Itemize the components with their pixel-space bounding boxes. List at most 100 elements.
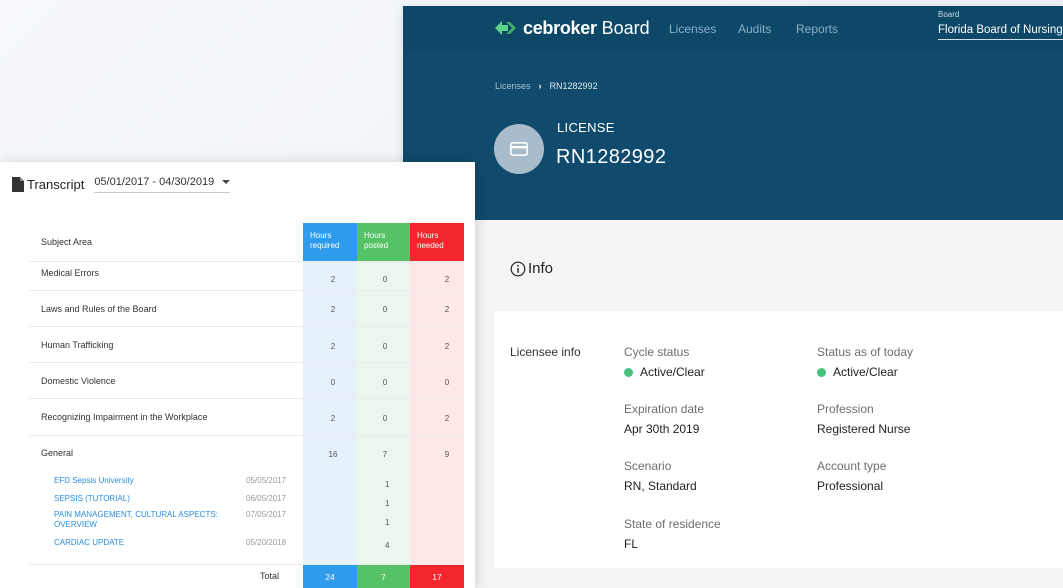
course-date: 05/05/2017 [246,476,287,485]
account-type-label: Account type [817,459,887,473]
nav-reports-link[interactable]: Reports [796,22,838,36]
course-link[interactable]: EFD Sepsis University [54,476,134,486]
total-needed: 17 [410,565,464,588]
chevron-down-icon [222,180,231,184]
expiration-value: Apr 30th 2019 [624,422,700,436]
course-link[interactable]: PAIN MANAGEMENT, CULTURAL ASPECTS: OVERV… [54,510,218,530]
table-row-required: 2 [330,275,336,284]
table-row-posted: 0 [382,275,388,284]
date-range-dropdown[interactable]: 05/01/2017 - 04/30/2019 [94,176,231,193]
table-row-needed: 2 [444,305,450,314]
total-posted: 7 [357,565,410,588]
table-row-posted: 0 [382,378,388,387]
scenario-value: RN, Standard [624,479,697,493]
cycle-status-label: Cycle status [624,345,690,359]
hours-needed-header: Hours needed [410,223,464,261]
cycle-status-text: Active/Clear [640,365,705,379]
profession-value: Registered Nurse [817,422,911,436]
course-link[interactable]: SEPSIS (TUTORIAL) [54,494,130,504]
expiration-label: Expiration date [624,402,705,416]
row-divider [29,398,464,399]
account-type-value: Professional [817,479,884,493]
document-icon [12,177,24,192]
licensee-info-label: Licensee info [510,345,581,359]
table-row-needed: 0 [444,378,450,387]
hours-required-header: Hours required [303,223,357,261]
cycle-status-value: Active/Clear [624,365,705,379]
state-value: FL [624,537,639,551]
table-row-required: 0 [330,378,336,387]
header-line: required [310,241,340,250]
course-link-line: OVERVIEW [54,520,97,529]
brand-name: cebroker [523,17,597,38]
table-row-subject: Recognizing Impairment in the Workplace [41,412,208,422]
date-range-value: 05/01/2017 - 04/30/2019 [94,176,215,188]
table-row-posted: 7 [382,450,388,459]
row-divider [29,435,464,436]
course-hours: 1 [385,480,390,489]
license-card-icon [494,124,544,174]
status-today-label: Status as of today [817,345,914,359]
breadcrumb-current: RN1282992 [549,81,598,91]
header-line: Hours [310,231,332,240]
license-number: RN1282992 [556,146,667,168]
row-divider [29,261,464,262]
status-dot-icon [817,367,826,377]
total-label: Total [260,571,280,581]
nav-licenses-link[interactable]: Licenses [669,22,716,36]
info-heading: Info [510,260,553,277]
licensee-info-panel: Licensee info Cycle status Active/Clear … [494,311,1063,568]
row-divider [29,290,464,291]
table-row-subject: Human Trafficking [41,340,114,350]
table-row-required: 2 [330,305,336,314]
status-today-text: Active/Clear [833,365,898,379]
header-line: Hours [417,231,439,240]
license-detail-window: cebroker Board Licenses Audits Reports B… [403,6,1063,588]
nav-audits-link[interactable]: Audits [738,22,771,36]
table-row-required: 2 [330,342,336,351]
transcript-header: Transcript 05/01/2017 - 04/30/2019 [12,176,231,193]
table-row-required: 2 [330,414,336,423]
table-row-needed: 9 [444,450,450,459]
table-row-needed: 2 [444,414,450,423]
profession-label: Profession [817,402,874,416]
brand-suffix: Board [601,17,650,38]
board-select[interactable]: Florida Board of Nursing [938,24,1063,40]
table-row-needed: 2 [444,275,450,284]
breadcrumb: Licenses › RN1282992 [495,81,598,91]
row-divider [29,326,464,327]
course-link[interactable]: CARDIAC UPDATE [54,538,124,548]
board-label: Board [938,10,960,19]
course-hours: 1 [385,499,390,508]
header-line: needed [417,241,444,250]
table-row-posted: 0 [382,342,388,351]
top-navigation-bar: cebroker Board Licenses Audits Reports B… [403,6,1063,50]
license-label: LICENSE [557,120,615,135]
breadcrumb-licenses-link[interactable]: Licenses [495,81,531,91]
course-date: 06/05/2017 [246,494,287,503]
info-heading-text: Info [528,260,554,277]
info-icon [510,261,526,276]
breadcrumb-separator-icon: › [538,81,542,91]
table-row-subject: Medical Errors [41,268,100,278]
hours-posted-header: Hours posted [357,223,410,261]
subject-area-header: Subject Area [41,237,93,247]
table-row-subject: General [41,448,74,458]
table-row-needed: 2 [444,342,450,351]
status-today-value: Active/Clear [817,365,898,379]
course-date: 05/20/2018 [246,538,287,547]
row-divider [29,362,464,363]
table-row-subject: Laws and Rules of the Board [41,304,157,314]
table-row-posted: 0 [382,305,388,314]
ce-broker-logo[interactable]: cebroker Board [495,15,650,41]
table-row-required: 16 [328,450,338,459]
table-row-subject: Domestic Violence [41,376,116,386]
status-dot-icon [624,367,633,377]
header-line: Hours [364,231,386,240]
course-link-line: PAIN MANAGEMENT, CULTURAL ASPECTS: [54,510,218,519]
course-hours: 1 [385,518,390,527]
course-hours: 4 [385,541,390,550]
transcript-title: Transcript [27,177,85,192]
scenario-label: Scenario [624,459,672,473]
course-date: 07/05/2017 [246,510,287,519]
